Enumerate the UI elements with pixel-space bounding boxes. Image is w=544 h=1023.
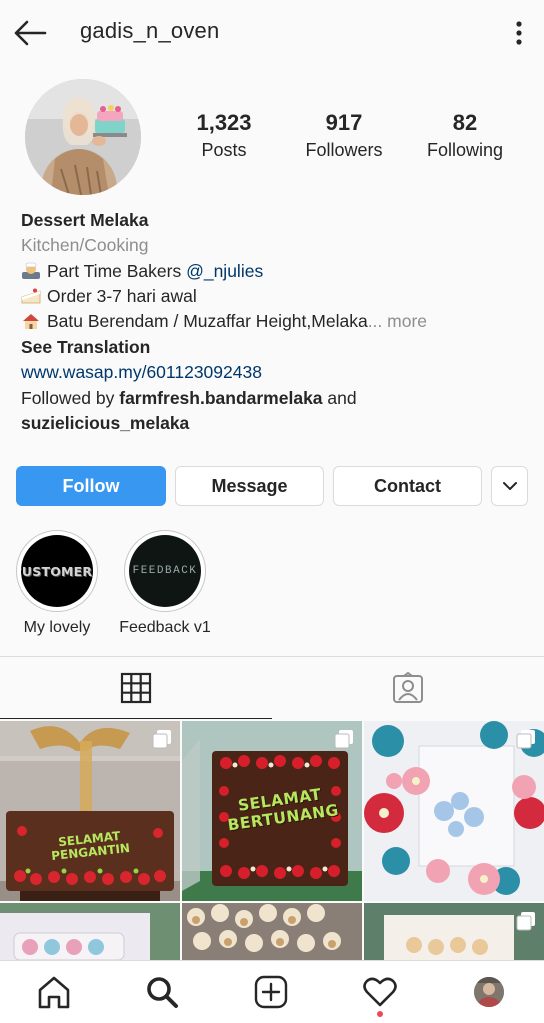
bio-line-order: Order 3-7 hari awal	[21, 284, 197, 310]
post-thumbnail[interactable]	[364, 903, 544, 960]
stat-following[interactable]: 82 Following	[420, 110, 510, 161]
suggested-accounts-button[interactable]	[491, 466, 528, 506]
followed-by-user2[interactable]: suzielicious_melaka	[21, 411, 189, 437]
home-icon[interactable]	[34, 973, 74, 1011]
carousel-icon	[334, 730, 353, 749]
bio-more-link[interactable]: more	[382, 311, 427, 331]
bio-line1-text: Part Time Bakers	[47, 261, 187, 281]
follow-button[interactable]: Follow	[16, 466, 166, 506]
post-image	[0, 903, 180, 960]
avatar-photo	[25, 79, 141, 195]
post-thumbnail[interactable]	[182, 903, 362, 960]
profile-avatar[interactable]	[25, 79, 141, 195]
profile-username: gadis_n_oven	[80, 18, 220, 43]
profile-avatar-tab[interactable]	[474, 977, 504, 1007]
bio-line3-text: Batu Berendam / Muzaffar Height,Melaka	[47, 311, 368, 331]
grid-icon	[120, 672, 152, 704]
post-thumbnail[interactable]	[364, 721, 544, 901]
bio-line2-text: Order 3-7 hari awal	[47, 286, 197, 306]
post-thumbnail[interactable]	[0, 903, 180, 960]
highlight-label: My lovely	[23, 619, 91, 636]
profile-website-link[interactable]: www.wasap.my/601123092438	[21, 360, 262, 386]
carousel-icon	[152, 730, 171, 749]
highlight-cover: CUSTOMERS	[21, 535, 93, 607]
post-thumbnail[interactable]: SELAMAT PENGANTIN	[0, 721, 180, 901]
activity-heart-icon[interactable]	[360, 973, 400, 1011]
bio-mention-link[interactable]: @_njulies	[186, 261, 263, 281]
baker-emoji-icon	[22, 262, 40, 279]
more-vertical-icon[interactable]	[508, 18, 530, 48]
highlight-my-lovely[interactable]: CUSTOMERS	[16, 530, 98, 612]
profile-avatar-icon	[474, 977, 504, 1007]
highlight-cover: FEEDBACK	[129, 535, 201, 607]
highlight-label: Feedback v1	[119, 619, 211, 636]
new-post-icon[interactable]	[251, 973, 291, 1011]
stat-followers[interactable]: 917 Followers	[300, 110, 388, 161]
post-thumbnail[interactable]: SELAMAT BERTUNANG	[182, 721, 362, 901]
highlight-feedback[interactable]: FEEDBACK	[124, 530, 206, 612]
followed-by-line: Followed by farmfresh.bandarmelaka and	[21, 386, 357, 412]
highlight-cover-text: CUSTOMERS	[21, 563, 93, 579]
chevron-down-icon	[502, 482, 517, 490]
tab-posts-grid[interactable]	[0, 657, 272, 719]
profile-category: Kitchen/Cooking	[21, 235, 149, 255]
bottom-navigation	[0, 960, 544, 1023]
carousel-icon	[516, 912, 535, 931]
see-translation-link[interactable]: See Translation	[21, 335, 150, 361]
bio-line-location: Batu Berendam / Muzaffar Height,Melaka..…	[21, 309, 427, 335]
house-emoji-icon	[23, 314, 39, 329]
posts-count: 1,323	[196, 110, 252, 135]
stat-posts: 1,323 Posts	[193, 110, 255, 161]
followed-by-prefix: Followed by	[21, 388, 120, 408]
following-count: 82	[452, 110, 478, 135]
back-arrow-icon[interactable]	[12, 16, 48, 50]
followed-by-and: and	[322, 388, 357, 408]
notification-dot	[377, 1011, 383, 1017]
tab-tagged[interactable]	[272, 657, 544, 719]
message-button[interactable]: Message	[175, 466, 324, 506]
highlight-cover-text: FEEDBACK	[132, 565, 198, 577]
search-icon[interactable]	[142, 973, 182, 1011]
posts-label: Posts	[201, 140, 247, 160]
followers-count: 917	[325, 110, 363, 135]
post-image	[182, 903, 362, 960]
carousel-icon	[516, 730, 535, 749]
top-bar: gadis_n_oven	[0, 0, 544, 66]
profile-display-name: Dessert Melaka	[21, 210, 149, 230]
followed-by-user1[interactable]: farmfresh.bandarmelaka	[119, 388, 322, 408]
following-label: Following	[426, 140, 504, 160]
cake-slice-emoji-icon	[21, 288, 41, 304]
followers-label: Followers	[305, 140, 383, 160]
contact-button[interactable]: Contact	[333, 466, 482, 506]
bio-ellipsis: ...	[367, 311, 383, 331]
tagged-person-icon	[393, 672, 423, 703]
bio-line-bakers: Part Time Bakers @_njulies	[21, 259, 263, 285]
